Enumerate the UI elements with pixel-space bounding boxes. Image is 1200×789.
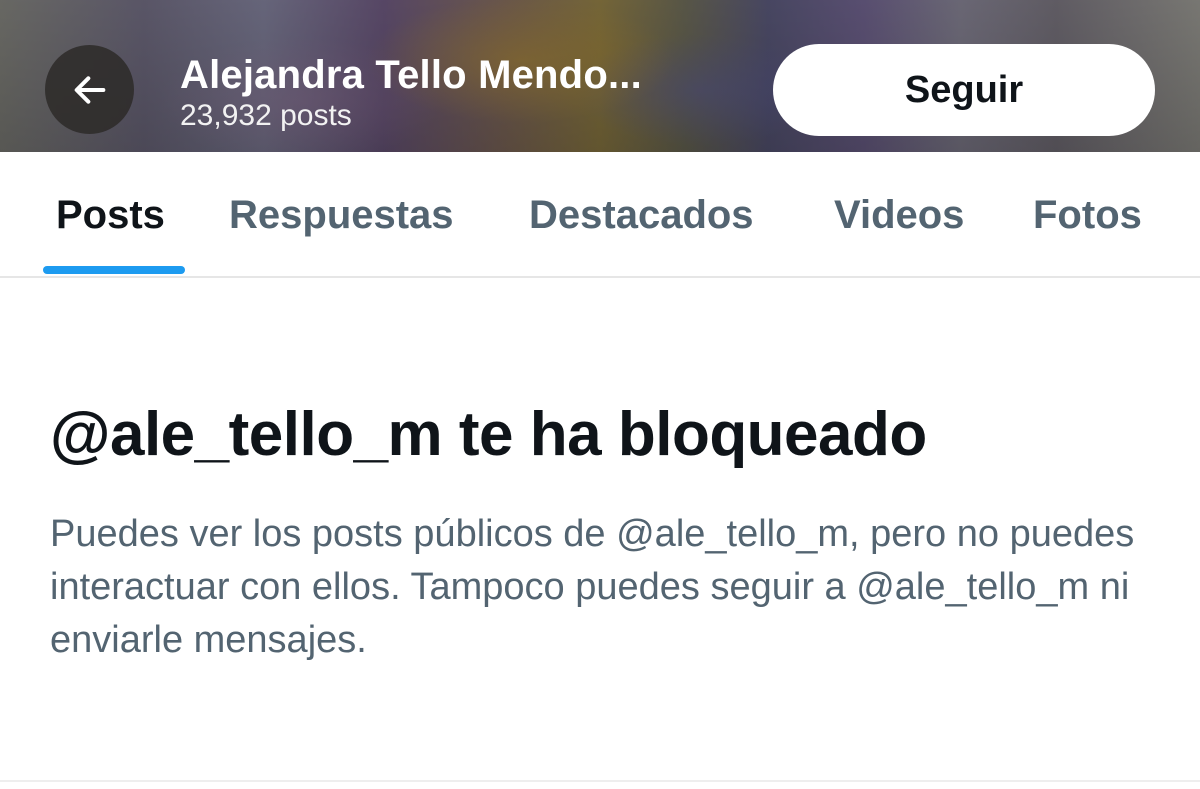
back-button[interactable] [45, 45, 134, 134]
tab-respuestas[interactable]: Respuestas [229, 192, 454, 238]
tab-fotos[interactable]: Fotos [1033, 192, 1142, 238]
blocked-title: @ale_tello_m te ha bloqueado [50, 400, 927, 469]
profile-tabs: Posts Respuestas Destacados Videos Fotos [0, 152, 1200, 278]
tab-videos[interactable]: Videos [834, 192, 964, 238]
tab-posts[interactable]: Posts [56, 192, 165, 238]
profile-name: Alejandra Tello Mendo... [180, 53, 642, 97]
follow-button[interactable]: Seguir [773, 44, 1155, 136]
active-tab-indicator [43, 266, 185, 274]
profile-header: Alejandra Tello Mendo... 23,932 posts Se… [0, 0, 1200, 152]
tab-destacados[interactable]: Destacados [529, 192, 754, 238]
arrow-left-icon [70, 70, 110, 110]
blocked-description: Puedes ver los posts públicos de @ale_te… [50, 513, 1135, 661]
divider [0, 780, 1200, 782]
post-count: 23,932 posts [180, 99, 352, 132]
